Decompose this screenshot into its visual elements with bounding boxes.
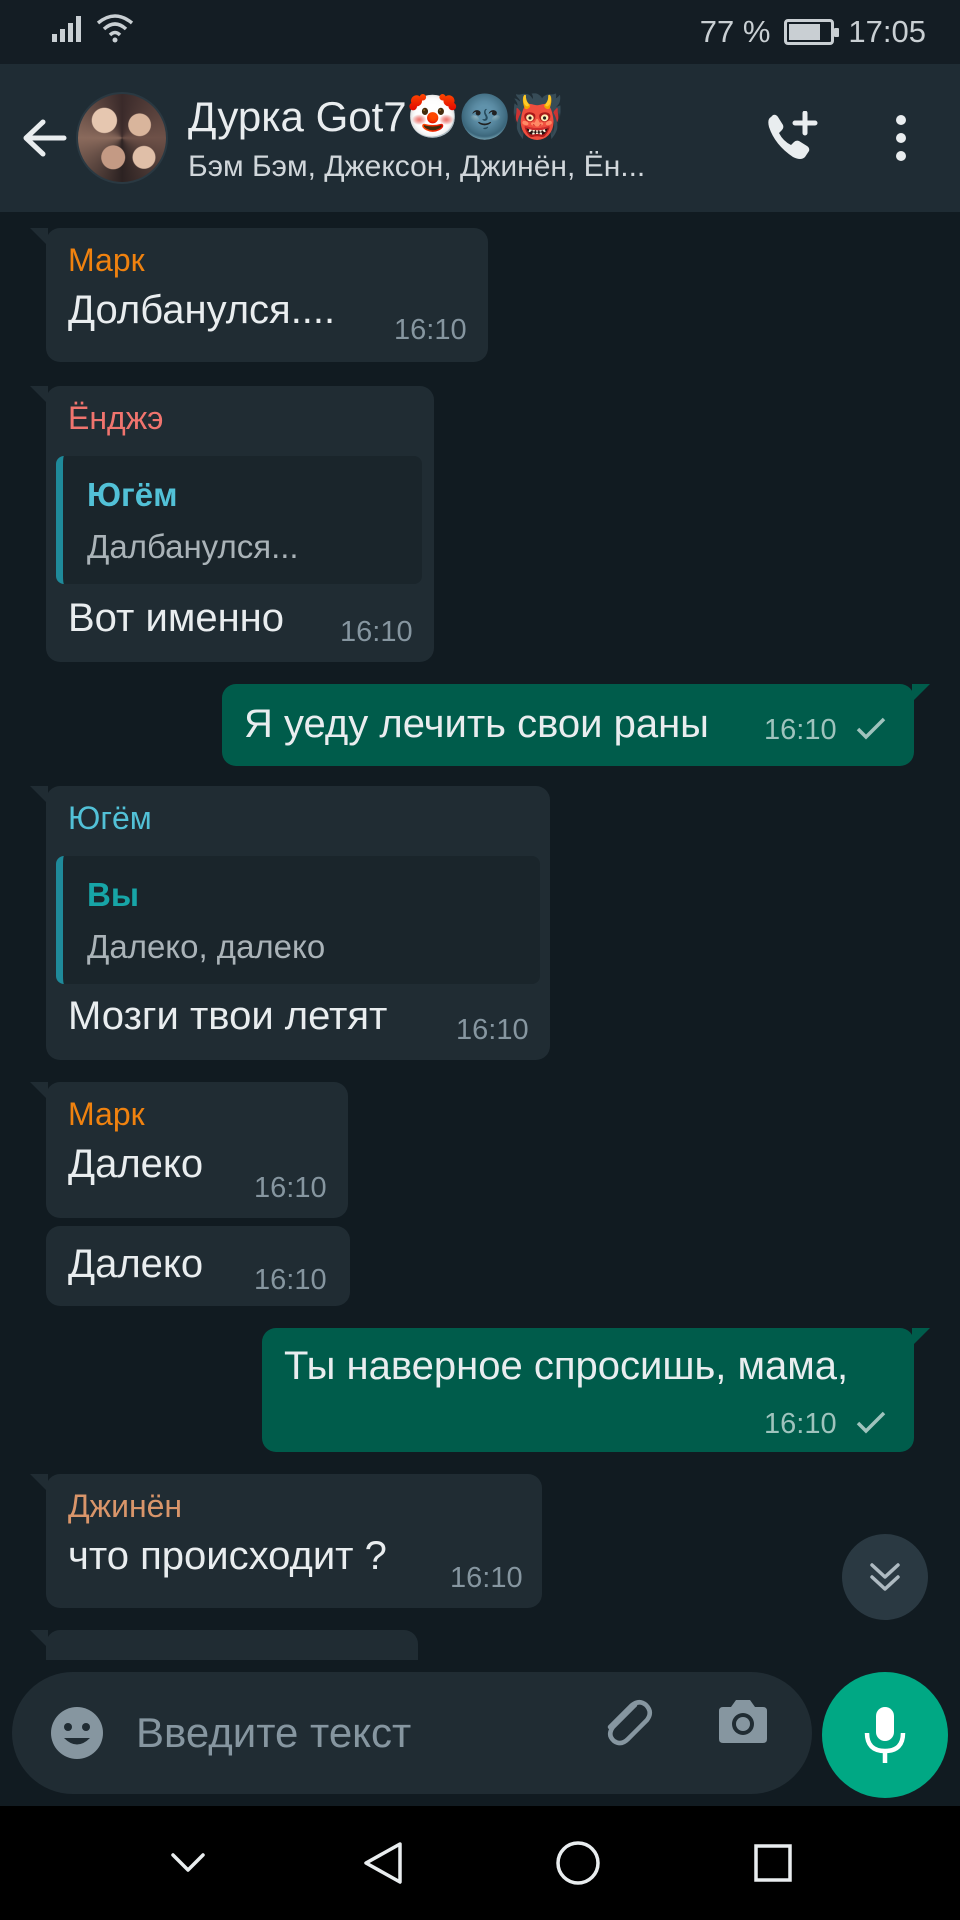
incoming-message[interactable]: Югём Вы Далеко, далеко Мозги твои летят … [30,786,550,1060]
incoming-message-partial[interactable] [30,1630,418,1660]
message-sender: Марк [68,1096,145,1132]
sent-check-icon [855,715,887,748]
quoted-sender: Югём [87,476,178,513]
chat-header: Дурка Got7🤡🌚👹 Бэм Бэм, Джексон, Джинён, … [0,64,960,212]
message-text: Далеко [68,1142,204,1186]
quoted-message[interactable]: Вы Далеко, далеко [56,856,540,984]
incoming-message[interactable]: Марк Долбанулся.... 16:10 [30,228,488,362]
status-bar: 77 % 17:05 [0,0,960,64]
group-avatar[interactable] [76,92,168,184]
more-options-icon[interactable] [866,103,936,173]
quoted-text: Далбанулся... [87,528,299,565]
message-text: Вот именно [68,596,284,640]
battery-icon [784,19,840,45]
message-time: 16:10 [340,616,413,648]
microphone-icon [864,1707,906,1763]
message-composer[interactable] [12,1672,812,1794]
message-sender: Ёнджэ [68,400,164,436]
paperclip-icon[interactable] [590,1686,660,1756]
nav-hide-chevron-icon[interactable] [148,1823,228,1903]
sent-check-icon [855,1409,887,1442]
incoming-message[interactable]: Джинён что происходит ? 16:10 [30,1474,542,1608]
clock: 17:05 [848,14,926,49]
incoming-message[interactable]: Далеко 16:10 [46,1226,350,1306]
message-input[interactable] [136,1709,556,1757]
outgoing-message[interactable]: Я уеду лечить свои раны 16:10 [222,684,930,766]
nav-home-icon[interactable] [538,1823,618,1903]
emoji-icon[interactable] [42,1698,112,1768]
message-text: Долбанулся.... [68,288,336,332]
scroll-to-bottom-button[interactable] [842,1534,928,1620]
message-text: Мозги твои летят [68,994,388,1038]
message-list[interactable]: Марк Долбанулся.... 16:10 Ёнджэ Югём Дал… [0,212,960,1660]
message-time-text: 16:10 [764,714,837,746]
double-chevron-down-icon [870,1563,900,1591]
back-arrow-icon[interactable] [14,108,74,168]
add-call-icon[interactable] [756,103,826,173]
nav-back-icon[interactable] [343,1823,423,1903]
outgoing-message[interactable]: Ты наверное спросишь, мама, 16:10 [262,1328,930,1452]
message-time: 16:10 [450,1562,523,1594]
signal-icon [52,14,86,50]
message-sender: Марк [68,242,145,278]
chat-title-block[interactable]: Дурка Got7🤡🌚👹 Бэм Бэм, Джексон, Джинён, … [188,93,756,184]
battery-percent: 77 % [699,14,771,49]
message-time: 16:10 [254,1264,327,1296]
message-time: 16:10 [254,1172,327,1204]
message-time: 16:10 [394,314,467,346]
quoted-sender: Вы [87,876,140,913]
chat-title: Дурка Got7🤡🌚👹 [188,92,564,140]
chat-members: Бэм Бэм, Джексон, Джинён, Ён... [188,149,646,183]
system-nav-bar [0,1806,960,1920]
quoted-text: Далеко, далеко [87,928,326,965]
quoted-message[interactable]: Югём Далбанулся... [56,456,422,584]
message-sender: Джинён [68,1488,183,1524]
microphone-button[interactable] [822,1672,948,1798]
composer-bar [0,1660,960,1806]
message-time: 16:10 [764,1408,887,1442]
message-text: что происходит ? [68,1534,387,1578]
wifi-icon [96,13,134,51]
message-sender: Югём [68,800,152,836]
nav-recents-icon[interactable] [733,1823,813,1903]
message-text: Далеко [68,1242,204,1286]
message-text: Ты наверное спросишь, мама, [284,1344,849,1388]
incoming-message[interactable]: Марк Далеко 16:10 [30,1082,348,1218]
message-time-text: 16:10 [764,1408,837,1440]
message-time: 16:10 [764,714,887,748]
incoming-message[interactable]: Ёнджэ Югём Далбанулся... Вот именно 16:1… [30,386,434,662]
camera-icon[interactable] [708,1686,778,1756]
message-time: 16:10 [456,1014,529,1046]
message-text: Я уеду лечить свои раны [244,702,709,746]
